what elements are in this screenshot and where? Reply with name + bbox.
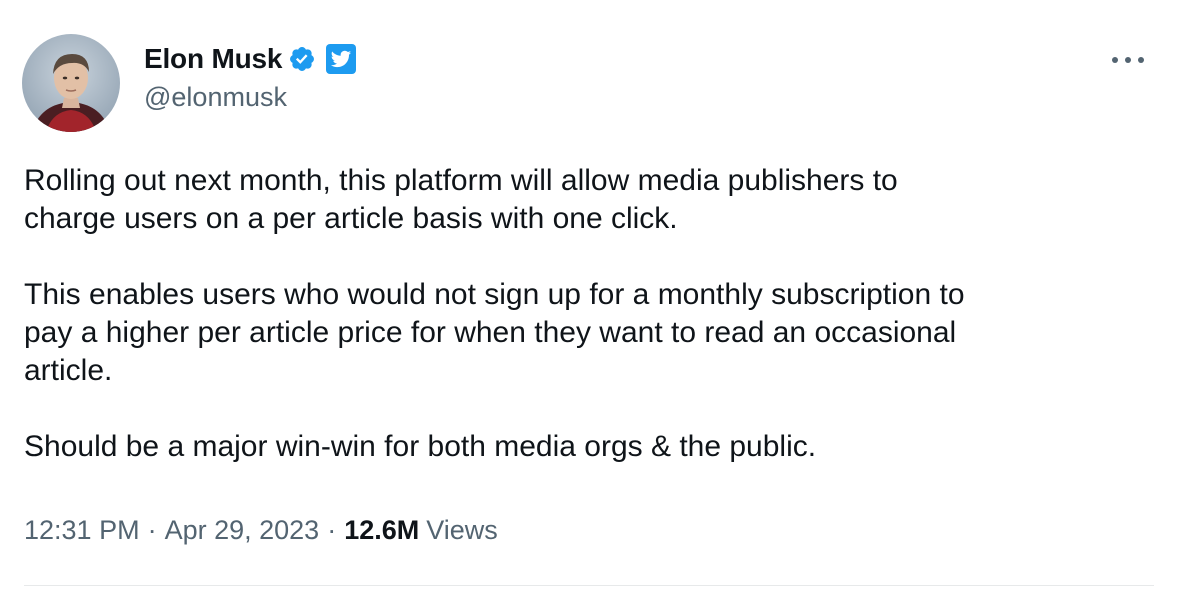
avatar-image <box>22 34 120 132</box>
name-row: Elon Musk <box>144 40 357 78</box>
views-label: Views <box>426 515 498 545</box>
author-block: Elon Musk @elonmusk <box>144 40 357 113</box>
more-options-button[interactable] <box>1106 42 1150 78</box>
tweet-text: Rolling out next month, this platform wi… <box>24 162 1164 504</box>
tweet-paragraph: Rolling out next month, this platform wi… <box>24 164 898 235</box>
tweet-time-link[interactable]: 12:31 PM <box>24 515 140 546</box>
user-handle[interactable]: @elonmusk <box>144 82 356 113</box>
twitter-bird-icon[interactable] <box>326 44 357 74</box>
display-name[interactable]: Elon Musk <box>144 43 282 75</box>
meta-separator: · <box>327 515 337 545</box>
verified-badge-icon <box>288 45 316 73</box>
divider <box>24 585 1154 586</box>
tweet-meta: 12:31 PM · Apr 29, 2023 · 12.6M Views <box>24 515 498 546</box>
views-count[interactable]: 12.6M <box>344 515 419 546</box>
meta-separator: · <box>147 515 157 545</box>
tweet-paragraph: This enables users who would not sign up… <box>24 278 965 387</box>
tweet-date-link[interactable]: Apr 29, 2023 <box>165 515 320 546</box>
avatar[interactable] <box>22 34 120 132</box>
tweet-paragraph: Should be a major win-win for both media… <box>24 430 817 463</box>
tweet-card: Elon Musk @elonmusk Rolling out next mon… <box>0 0 1190 592</box>
more-options-icon <box>1112 57 1144 63</box>
